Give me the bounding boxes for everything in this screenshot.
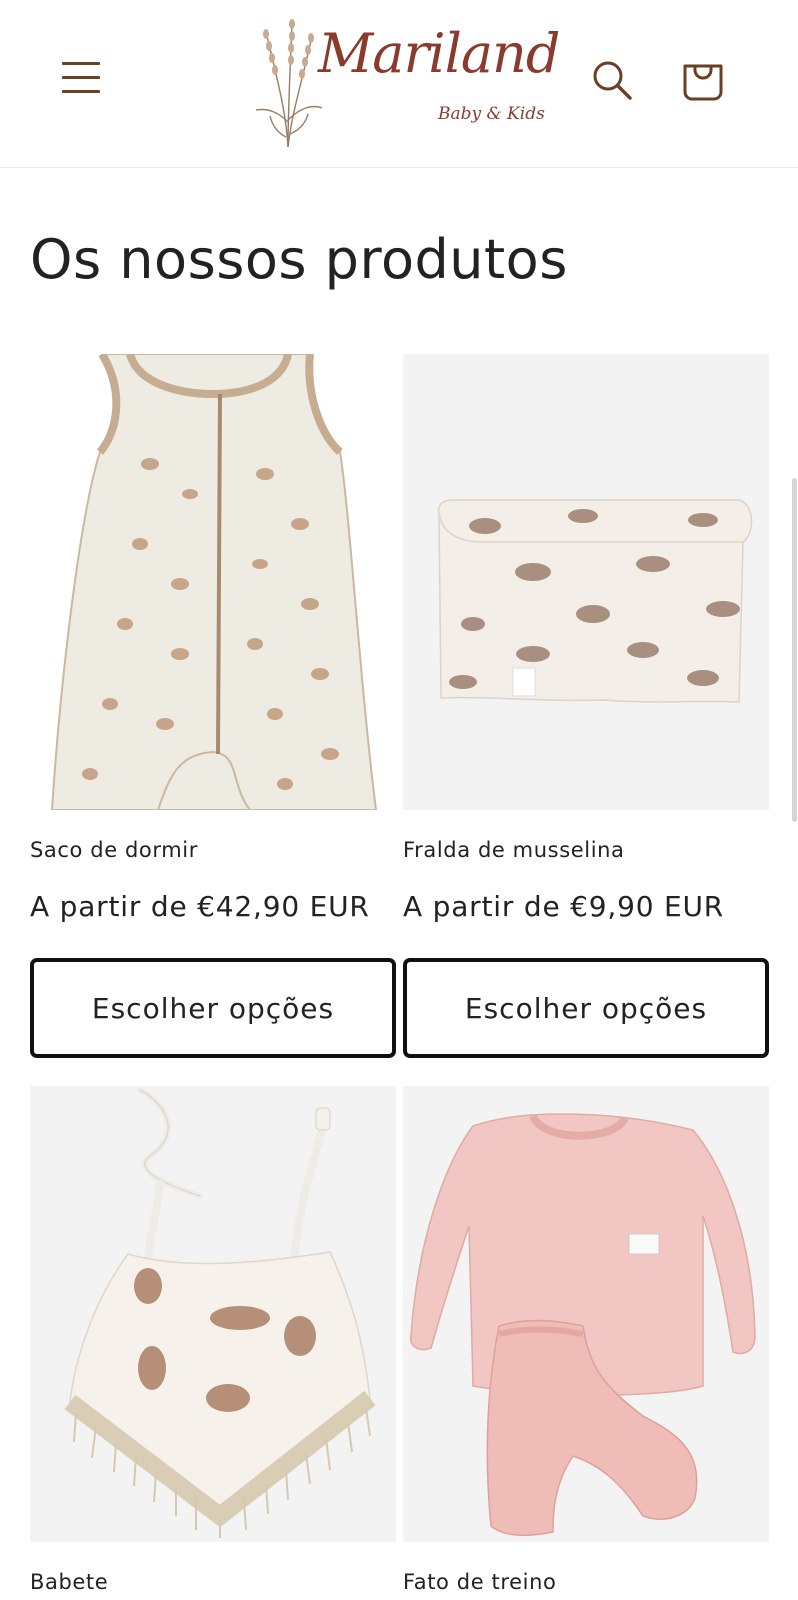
hamburger-menu-icon[interactable]: [58, 56, 106, 104]
product-card: Fralda de musselina A partir de €9,90 EU…: [403, 354, 769, 1060]
scrollbar[interactable]: [792, 478, 797, 822]
product-card: Fato de treino: [403, 1086, 769, 1600]
lavender-sprig-icon: [255, 19, 323, 148]
search-icon[interactable]: [590, 58, 634, 102]
pink-tracksuit-image[interactable]: [403, 1086, 769, 1542]
brand-logo[interactable]: Mariland Baby & Kids: [248, 12, 560, 152]
product-price: A partir de €42,90 EUR: [30, 890, 370, 923]
product-title[interactable]: Babete: [30, 1570, 108, 1594]
choose-options-button[interactable]: Escolher opções: [403, 958, 769, 1058]
muslin-swaddle-hedgehog-image[interactable]: [403, 354, 769, 810]
section-title: Os nossos produtos: [30, 228, 568, 291]
sleeping-bag-dog-print-image[interactable]: [30, 354, 396, 810]
product-title[interactable]: Fato de treino: [403, 1570, 556, 1594]
product-card: Saco de dormir A partir de €42,90 EUR Es…: [30, 354, 396, 1060]
product-card: Babete: [30, 1086, 396, 1600]
choose-options-button[interactable]: Escolher opções: [30, 958, 396, 1058]
site-header: Mariland Baby & Kids: [0, 0, 798, 168]
product-price: A partir de €9,90 EUR: [403, 890, 725, 923]
brand-name: Mariland: [318, 22, 560, 85]
product-title[interactable]: Fralda de musselina: [403, 838, 625, 862]
cart-icon[interactable]: [680, 56, 726, 102]
product-title[interactable]: Saco de dormir: [30, 838, 198, 862]
bib-dog-print-image[interactable]: [30, 1086, 396, 1542]
brand-tagline: Baby & Kids: [438, 104, 545, 124]
